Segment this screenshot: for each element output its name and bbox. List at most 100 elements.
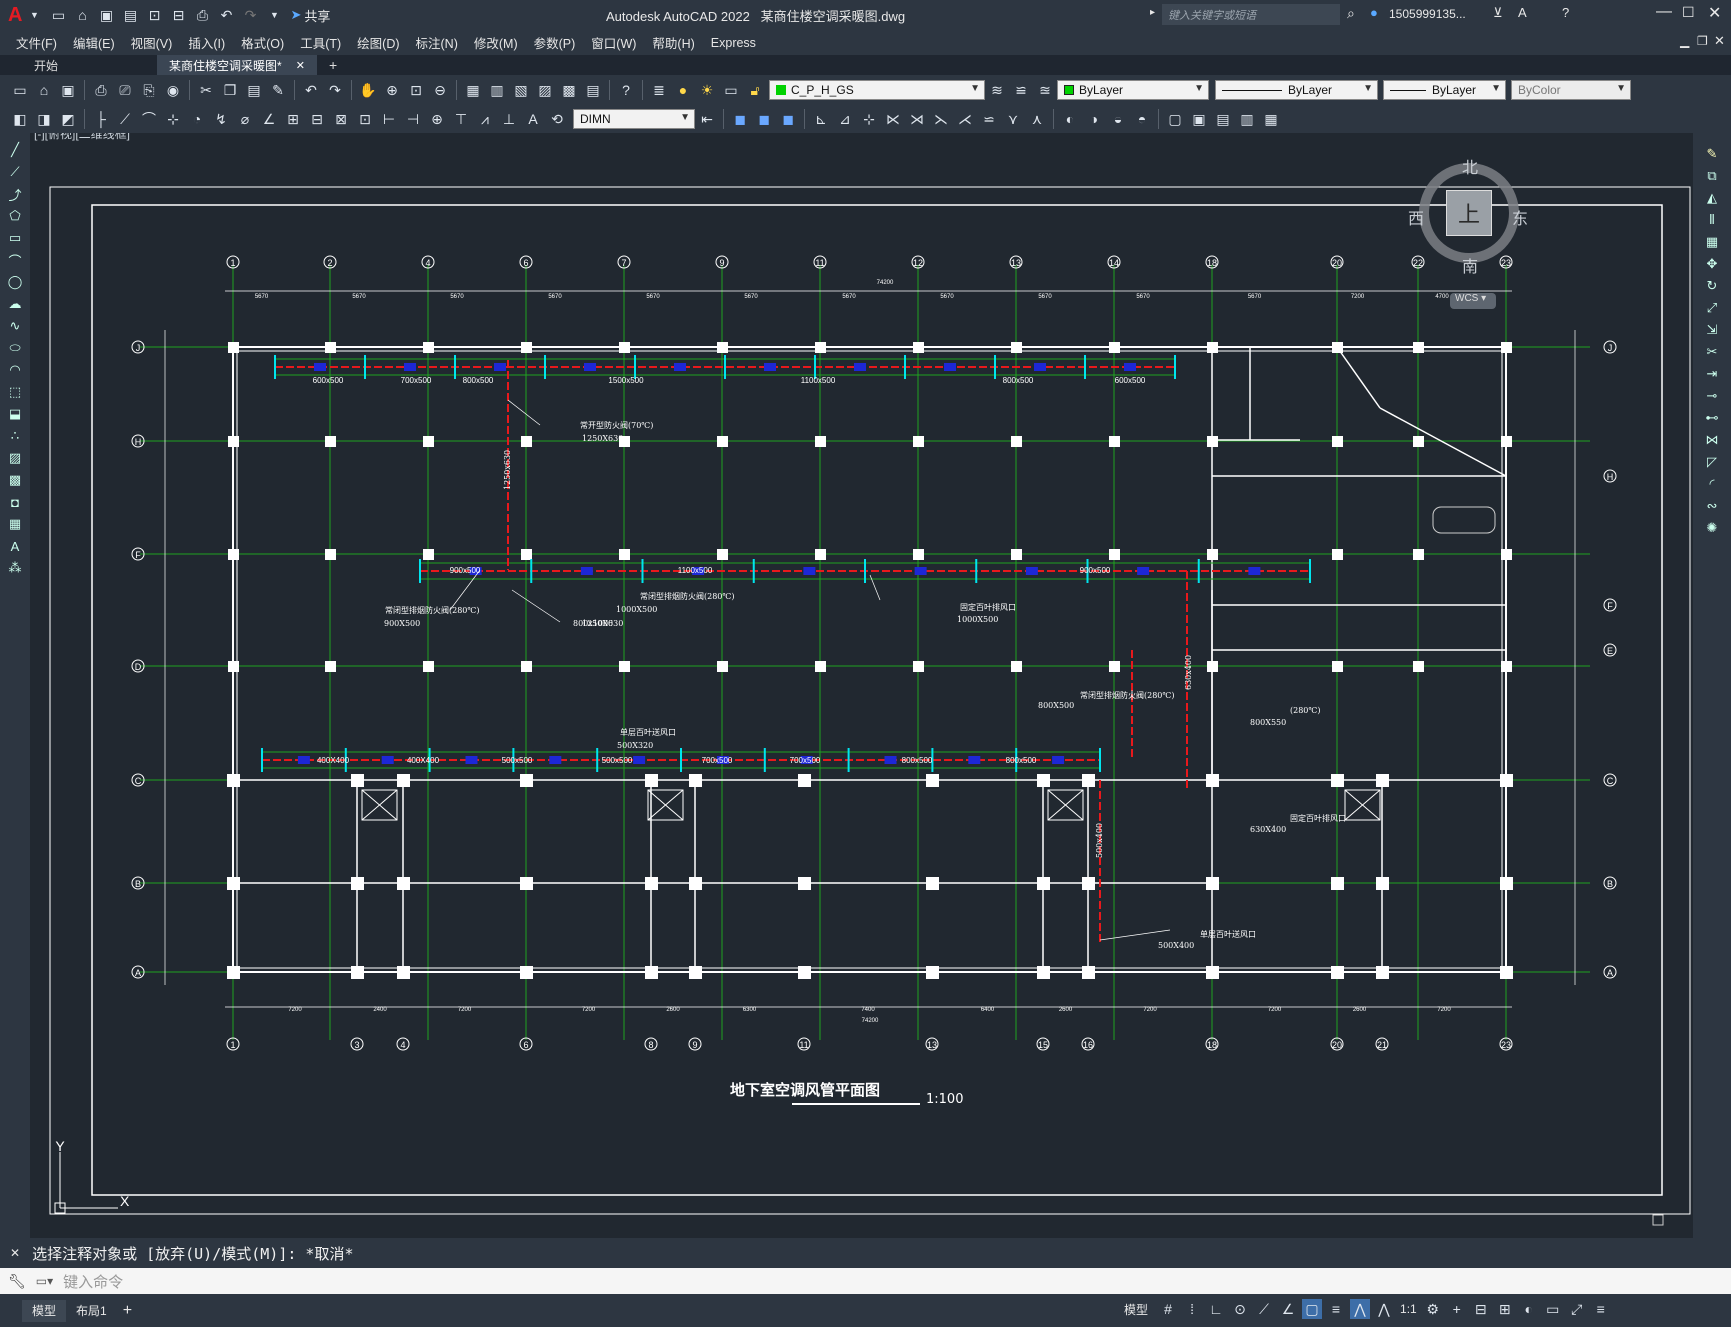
dim-radius-icon[interactable]: ◔ <box>187 109 207 129</box>
ucs-y-icon[interactable]: ⋏ <box>1027 109 1047 129</box>
viewcube-west[interactable]: 西 <box>1408 205 1424 229</box>
region-icon[interactable]: ◘ <box>4 491 26 513</box>
linetype-dropdown[interactable]: ByLayer ▼ <box>1215 80 1378 100</box>
explode-icon[interactable]: ✺ <box>1701 517 1723 539</box>
table-icon[interactable]: ▦ <box>4 513 26 535</box>
open-icon[interactable]: ⌂ <box>34 80 54 100</box>
hatch-icon[interactable]: ▨ <box>4 447 26 469</box>
make-block-icon[interactable]: ⬓ <box>4 403 26 425</box>
xref-icon[interactable]: ◩ <box>58 109 78 129</box>
ellipse-icon[interactable]: ⬭ <box>4 337 26 359</box>
ellipse-arc-icon[interactable]: ◠ <box>4 359 26 381</box>
ucs-view-icon[interactable]: ⋍ <box>979 109 999 129</box>
layer-properties-icon[interactable]: ≣ <box>649 80 669 100</box>
new-file-icon[interactable]: ▭ <box>48 5 68 25</box>
snap-icon[interactable]: ⁞ <box>1182 1299 1202 1319</box>
ucs-origin-icon[interactable]: ⊹ <box>859 109 879 129</box>
center-mark-icon[interactable]: ⊕ <box>427 109 447 129</box>
dim-arc-icon[interactable]: ⌒ <box>139 109 159 129</box>
tolerance-icon[interactable]: ⊣ <box>403 109 423 129</box>
share-button[interactable]: ➤ 共享 <box>290 6 330 25</box>
copy-object-icon[interactable]: ⧉ <box>1701 165 1723 187</box>
annotation-scale[interactable]: 1:1 <box>1400 1302 1417 1316</box>
pan-icon[interactable]: ✋ <box>358 80 378 100</box>
lineweight-icon[interactable]: ≡ <box>1326 1299 1346 1319</box>
menu-edit[interactable]: 编辑(E) <box>65 33 123 52</box>
dim-diameter-icon[interactable]: ⌀ <box>235 109 255 129</box>
app-menu-chevron-icon[interactable]: ▼ <box>24 5 44 25</box>
tab-drawing[interactable]: 某商住楼空调采暖图* ✕ <box>157 55 317 75</box>
redo-icon[interactable]: ↷ <box>325 80 345 100</box>
search-icon[interactable]: ⌕ <box>1347 5 1355 22</box>
polar-icon[interactable]: ⊙ <box>1230 1299 1250 1319</box>
new-tab-button[interactable]: + <box>317 55 349 75</box>
dim-aligned-icon[interactable]: ⟋ <box>115 109 135 129</box>
chamfer-icon[interactable]: ◸ <box>1701 451 1723 473</box>
viewcube[interactable]: 上 北 南 西 东 WCS ▾ <box>1408 153 1530 313</box>
ucs-x-icon[interactable]: ⋎ <box>1003 109 1023 129</box>
menu-express[interactable]: Express <box>703 36 764 50</box>
help-icon[interactable]: ? <box>616 80 636 100</box>
polygon-icon[interactable]: ⬠ <box>4 205 26 227</box>
insert-block-icon[interactable]: ◨ <box>34 109 54 129</box>
model-space-button[interactable]: 模型 <box>1124 1301 1148 1318</box>
3dprint-icon[interactable]: ◉ <box>163 80 183 100</box>
dim-edit-icon[interactable]: ⊥ <box>499 109 519 129</box>
autodesk-app-icon[interactable]: A <box>1518 5 1527 20</box>
menu-help[interactable]: 帮助(H) <box>644 33 702 52</box>
point-icon[interactable]: ∴ <box>4 425 26 447</box>
cart-icon[interactable]: ⊻ <box>1493 5 1503 21</box>
plotstyle-dropdown[interactable]: ByColor ▼ <box>1511 80 1631 100</box>
qat-more-icon[interactable]: ▼ <box>264 5 284 25</box>
minimize-icon[interactable]: — <box>1656 3 1672 21</box>
ucs-icon[interactable]: ⊾ <box>811 109 831 129</box>
workspace-icon[interactable]: ⚙ <box>1423 1299 1443 1319</box>
vport-lock-icon[interactable]: ▥ <box>1237 109 1257 129</box>
viewcube-top-face[interactable]: 上 <box>1446 190 1492 236</box>
plot-icon[interactable]: ⎙ <box>192 5 212 25</box>
tab-model[interactable]: 模型 <box>22 1299 67 1322</box>
auto-scale-icon[interactable]: ⋀ <box>1374 1299 1394 1319</box>
save-web-icon[interactable]: ⊟ <box>168 5 188 25</box>
stretch-icon[interactable]: ⇲ <box>1701 319 1723 341</box>
add-layout-icon[interactable]: + <box>123 1302 132 1320</box>
make-current-icon[interactable]: ≋ <box>987 80 1007 100</box>
open-web-icon[interactable]: ⊡ <box>144 5 164 25</box>
break-icon[interactable]: ⊷ <box>1701 407 1723 429</box>
tab-start[interactable]: 开始 <box>22 55 157 75</box>
layer-dropdown[interactable]: C_P_H_GS ▼ <box>769 80 985 100</box>
plot-icon[interactable]: ⎙ <box>91 80 111 100</box>
view-iso-icon[interactable]: ◼ <box>778 109 798 129</box>
ucs-3point-icon[interactable]: ⋊ <box>907 109 927 129</box>
customize-icon[interactable]: 🔧︎ <box>8 1273 26 1290</box>
rectangle-icon[interactable]: ▭ <box>4 227 26 249</box>
dimstyle-icon[interactable]: ⇤ <box>697 109 717 129</box>
units-icon[interactable]: ⊟ <box>1471 1299 1491 1319</box>
doc-close-icon[interactable]: ✕ <box>1714 33 1725 49</box>
search-expand-icon[interactable]: ▸ <box>1150 7 1155 18</box>
calculator-icon[interactable]: ▤ <box>583 80 603 100</box>
help-icon[interactable]: ? <box>1562 5 1569 20</box>
menu-format[interactable]: 格式(O) <box>233 33 292 52</box>
vport-icon[interactable]: ▢ <box>1165 109 1185 129</box>
grid-icon[interactable]: # <box>1158 1299 1178 1319</box>
copy-icon[interactable]: ❐ <box>220 80 240 100</box>
viewcube-east[interactable]: 东 <box>1512 205 1528 229</box>
drawing-canvas[interactable]: [-][俯视][二维线框] 1 2 4 6 7 9 11 12 13 14 18 20 22 23 1 3 4 6… <box>30 133 1693 1238</box>
lights-icon[interactable]: ◒ <box>1108 109 1128 129</box>
graphics-performance-icon[interactable]: ▭ <box>1543 1299 1563 1319</box>
redo-icon[interactable]: ↷ <box>240 5 260 25</box>
zoom-previous-icon[interactable]: ⊖ <box>430 80 450 100</box>
command-line[interactable]: 🔧︎ ▭▾ 键入命令 <box>0 1268 1731 1294</box>
menu-dimension[interactable]: 标注(N) <box>408 33 466 52</box>
inspection-icon[interactable]: ⊤ <box>451 109 471 129</box>
quick-properties-icon[interactable]: ⊞ <box>1495 1299 1515 1319</box>
close-icon[interactable]: ✕ <box>1708 3 1721 23</box>
layer-previous-icon[interactable]: ≌ <box>1011 80 1031 100</box>
gradient-icon[interactable]: ▩ <box>4 469 26 491</box>
materials-icon[interactable]: ◑ <box>1084 109 1104 129</box>
vport-convert-icon[interactable]: ▦ <box>1261 109 1281 129</box>
dim-linear-icon[interactable]: ├ <box>91 109 111 129</box>
zoom-realtime-icon[interactable]: ⊕ <box>382 80 402 100</box>
doc-minimize-icon[interactable]: ▁ <box>1680 34 1689 48</box>
